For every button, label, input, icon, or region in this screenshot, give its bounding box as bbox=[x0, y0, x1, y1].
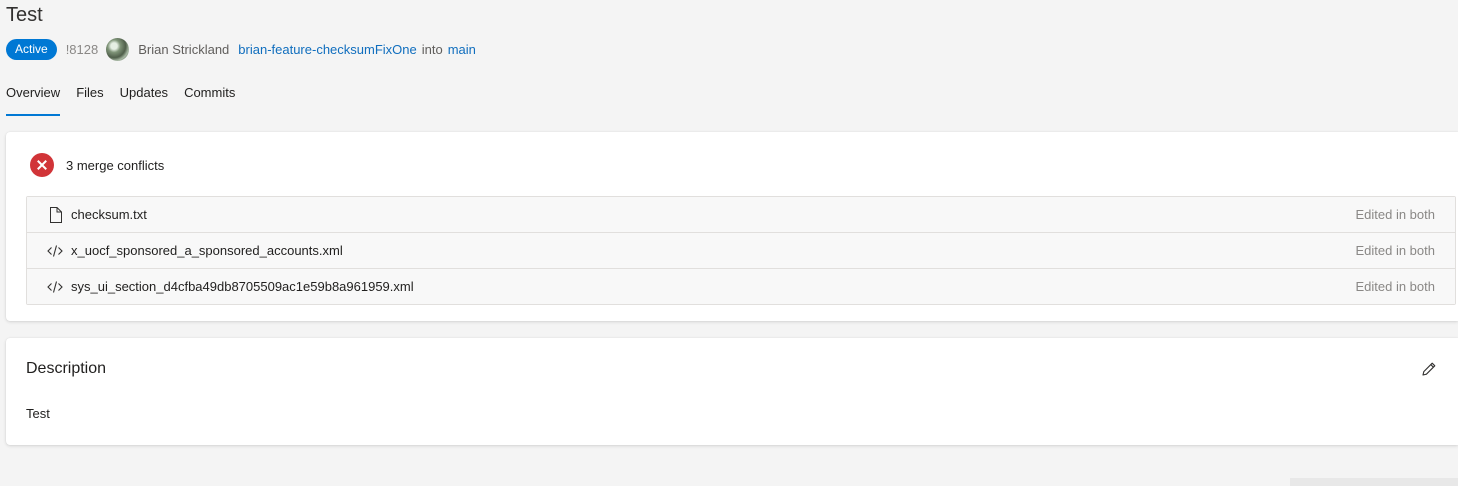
conflict-file-status: Edited in both bbox=[1355, 207, 1435, 222]
tab-bar: Overview Files Updates Commits bbox=[6, 78, 251, 116]
pencil-icon[interactable] bbox=[1420, 360, 1438, 378]
description-heading: Description bbox=[26, 360, 107, 377]
source-branch-link[interactable]: brian-feature-checksumFixOne bbox=[238, 42, 416, 57]
description-card: Description Test bbox=[6, 338, 1458, 445]
page-title: Test bbox=[6, 4, 43, 26]
file-icon bbox=[47, 206, 63, 223]
merge-conflicts-card: 3 merge conflicts checksum.txt Edited in… bbox=[6, 132, 1458, 321]
error-circle-icon bbox=[30, 153, 54, 177]
tab-updates[interactable]: Updates bbox=[120, 78, 168, 116]
conflict-file-name: sys_ui_section_d4cfba49db8705509ac1e59b8… bbox=[71, 279, 414, 294]
conflict-file-status: Edited in both bbox=[1355, 243, 1435, 258]
pull-request-page: Test Active !8128 Brian Strickland brian… bbox=[0, 0, 1458, 486]
conflict-file-status: Edited in both bbox=[1355, 279, 1435, 294]
conflict-file-name: x_uocf_sponsored_a_sponsored_accounts.xm… bbox=[71, 243, 343, 258]
status-badge: Active bbox=[6, 38, 57, 60]
code-icon bbox=[47, 244, 63, 257]
code-icon bbox=[47, 280, 63, 293]
pr-metadata: Active !8128 Brian Strickland brian-feat… bbox=[6, 37, 476, 61]
tab-files[interactable]: Files bbox=[76, 78, 103, 116]
pr-id: !8128 bbox=[65, 41, 99, 57]
conflict-file-row[interactable]: x_uocf_sponsored_a_sponsored_accounts.xm… bbox=[27, 232, 1455, 268]
tab-commits[interactable]: Commits bbox=[184, 78, 235, 116]
author-name[interactable]: Brian Strickland bbox=[138, 42, 229, 57]
merge-conflicts-header: 3 merge conflicts bbox=[30, 153, 164, 177]
merge-conflicts-summary: 3 merge conflicts bbox=[66, 157, 165, 173]
into-text: into bbox=[421, 41, 443, 57]
description-text: Test bbox=[26, 406, 50, 421]
conflict-file-row[interactable]: sys_ui_section_d4cfba49db8705509ac1e59b8… bbox=[27, 268, 1455, 304]
conflict-file-name: checksum.txt bbox=[71, 207, 147, 222]
conflict-file-list: checksum.txt Edited in both x_uocf_spons… bbox=[26, 196, 1456, 305]
tab-overview[interactable]: Overview bbox=[6, 78, 61, 116]
target-branch-link[interactable]: main bbox=[448, 42, 476, 57]
avatar[interactable] bbox=[106, 37, 130, 61]
footer-panel-edge bbox=[1290, 478, 1458, 486]
conflict-file-row[interactable]: checksum.txt Edited in both bbox=[27, 197, 1455, 232]
